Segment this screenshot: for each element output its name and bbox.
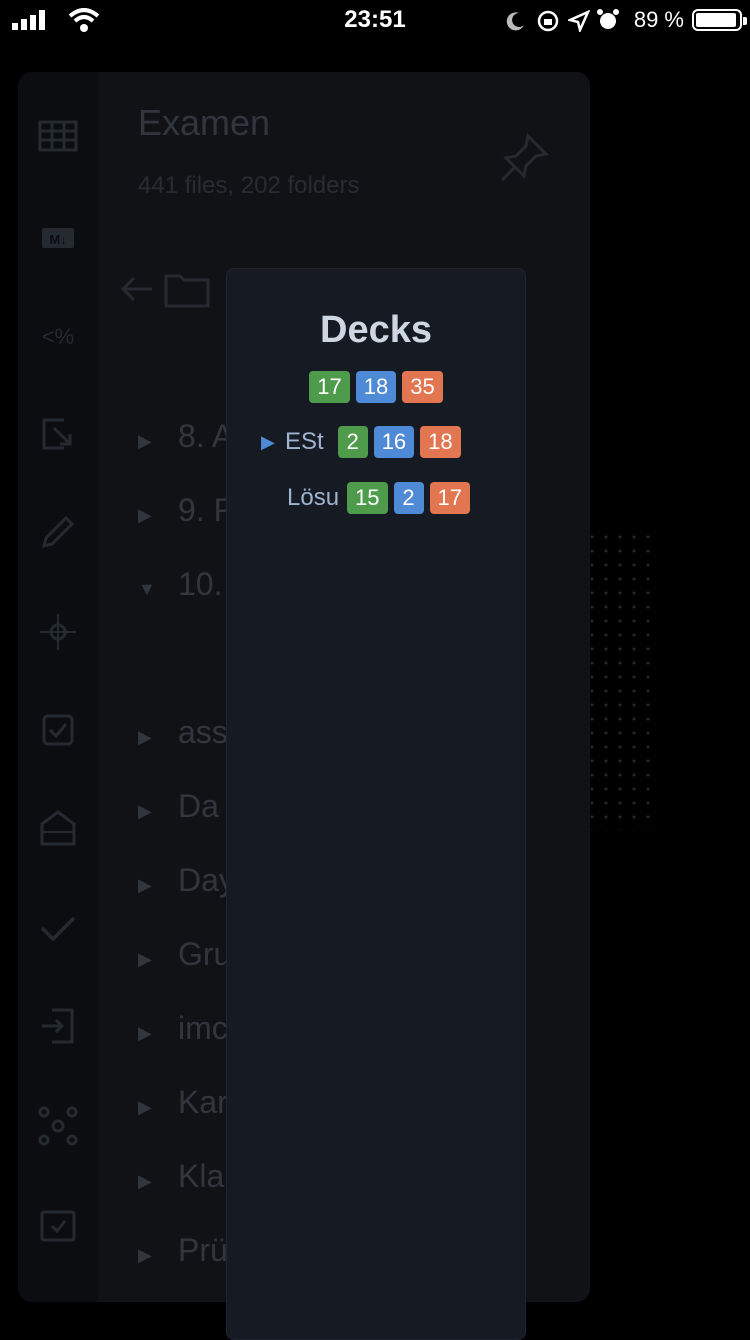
due-count-badge: 18 — [420, 426, 461, 458]
deck-row-losu[interactable]: Lösu 15 2 17 — [287, 481, 476, 515]
deck-row-est[interactable]: ▶ ESt 2 16 18 — [261, 425, 467, 459]
deck-name[interactable]: ESt — [285, 428, 324, 456]
caret-right-icon[interactable]: ▶ — [261, 432, 285, 453]
learning-count-badge: 18 — [355, 371, 397, 403]
orientation-lock-icon — [537, 10, 559, 32]
due-count-badge: 35 — [402, 371, 443, 403]
location-icon — [568, 10, 590, 32]
learning-count-badge: 16 — [373, 426, 415, 458]
alarm-icon — [597, 9, 619, 29]
new-count-badge: 2 — [337, 426, 368, 458]
moon-icon — [506, 12, 524, 31]
battery-percentage: 89 % — [633, 7, 684, 32]
deck-name[interactable]: Lösu — [287, 484, 339, 512]
learning-count-badge: 2 — [393, 482, 424, 514]
status-bar: 23:51 89 % — [0, 0, 750, 40]
background-dots — [585, 530, 655, 830]
new-count-badge: 15 — [347, 482, 388, 514]
decks-modal: Decks 17 18 35 ▶ ESt 2 16 18 Lösu 15 2 17 — [226, 268, 526, 1340]
battery-icon — [692, 9, 747, 31]
new-count-badge: 17 — [309, 371, 350, 403]
modal-title: Decks — [320, 309, 432, 351]
deck-totals: 17 18 35 — [227, 371, 525, 403]
due-count-badge: 17 — [429, 482, 471, 514]
